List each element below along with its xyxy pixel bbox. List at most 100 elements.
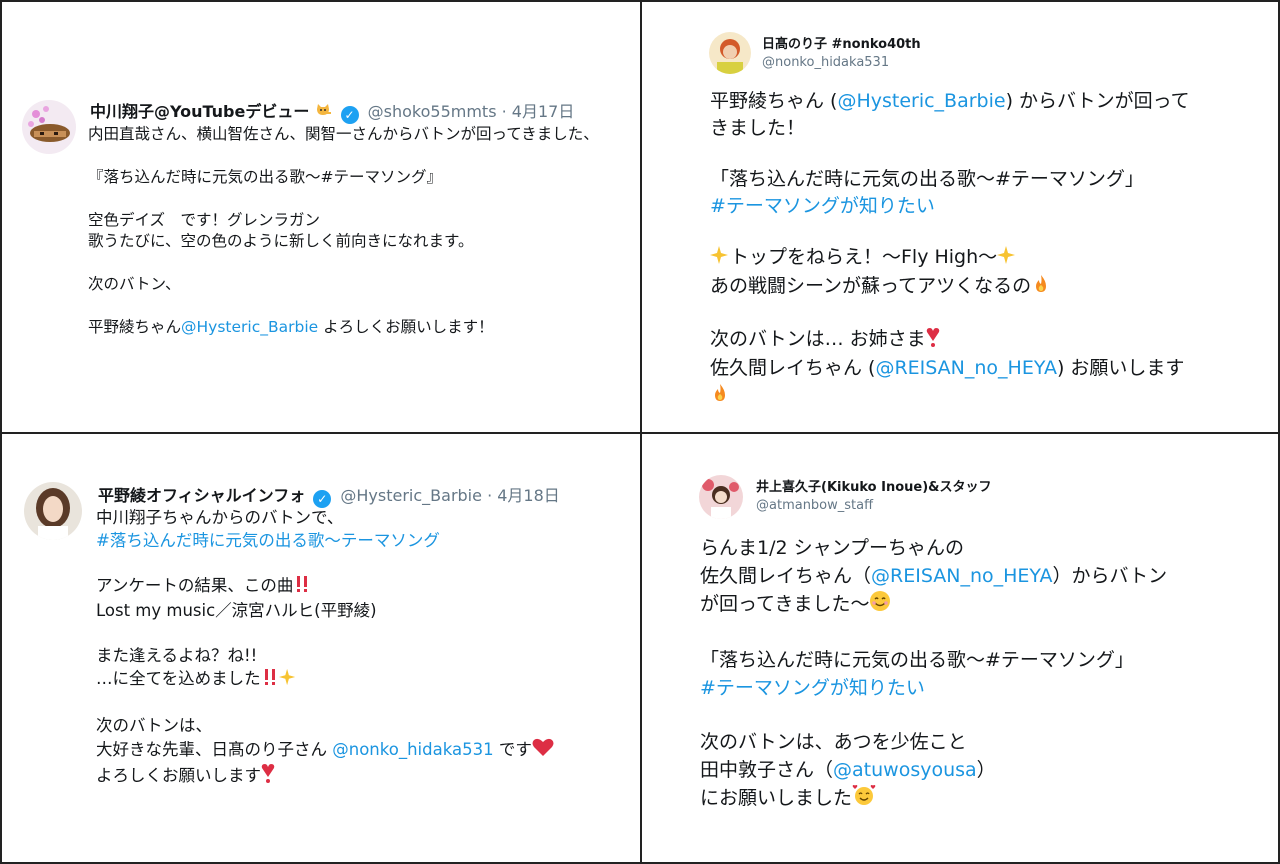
tweet-grid: 中川翔子@YouTubeデビュー ✓ @shoko55mmts · 4月17日 … xyxy=(0,0,1280,864)
handle[interactable]: @nonko_hidaka531 xyxy=(762,54,921,72)
tweet-text: 平野綾ちゃん (@Hysteric_Barbie) からバトンが回って きました… xyxy=(710,88,1190,411)
handle[interactable]: @shoko55mmts xyxy=(368,102,497,121)
tweet-text: 中川翔子ちゃんからのバトンで、 #落ち込んだ時に元気の出る歌〜テーマソング アン… xyxy=(96,506,554,789)
tweet-card: 井上喜久子(Kikuko Inoue)&スタッフ @atmanbow_staff… xyxy=(640,432,1280,864)
tweet-line: きました！ xyxy=(710,117,806,139)
text: 平野綾ちゃん ( xyxy=(710,90,838,112)
mention-link[interactable]: @atuwosyousa xyxy=(833,759,977,781)
avatar[interactable] xyxy=(22,100,76,154)
hashtag-link[interactable]: #落ち込んだ時に元気の出る歌〜テーマソング xyxy=(96,529,554,552)
smiling-face-icon xyxy=(869,590,891,620)
cat-emoji-icon xyxy=(314,101,332,123)
text: …に全てを込めました xyxy=(96,669,261,688)
exclamation-heart-icon xyxy=(926,327,940,355)
text: 佐久間レイちゃん ( xyxy=(710,357,876,379)
mention-link[interactable]: @REISAN_no_HEYA xyxy=(875,357,1057,379)
text: です xyxy=(493,740,532,759)
tweet-line xyxy=(710,382,1190,411)
text: にお願いしました xyxy=(700,787,853,809)
text: 平野綾ちゃん xyxy=(88,318,182,336)
tweet-line: よろしくお願いします xyxy=(96,763,554,789)
display-name[interactable]: 平野綾オフィシャルインフォ xyxy=(98,486,305,505)
tweet-line: 次のバトンは… お姉さま xyxy=(710,326,1190,355)
fire-emoji-icon xyxy=(1031,274,1051,302)
red-heart-icon xyxy=(532,737,554,763)
tweet-line: 大好きな先輩、日髙のり子さん @nonko_hidaka531 です xyxy=(96,737,554,763)
tweet-line: 「落ち込んだ時に元気の出る歌〜#テーマソング」 xyxy=(710,168,1144,190)
tweet-line: 歌うたびに、空の色のように新しく前向きになれます。 xyxy=(88,232,474,250)
text: ) お願いします xyxy=(1056,357,1185,379)
sparkles-emoji-icon xyxy=(710,245,730,273)
text: アンケートの結果、この曲 xyxy=(96,576,294,595)
tweet-line: あの戦闘シーンが蘇ってアツくなるの xyxy=(710,273,1190,302)
fire-emoji-icon xyxy=(710,383,730,411)
tweet-line: 佐久間レイちゃん (@REISAN_no_HEYA) お願いします xyxy=(710,355,1190,382)
double-exclamation-icon xyxy=(261,668,279,692)
tweet-header: 平野綾オフィシャルインフォ ✓ @Hysteric_Barbie · 4月18日 xyxy=(98,482,560,508)
tweet-line: …に全てを込めました xyxy=(96,667,554,692)
display-name[interactable]: 井上喜久子(Kikuko Inoue)&スタッフ xyxy=(756,479,992,497)
tweet-line: 空色デイズ です！グレンラガン xyxy=(88,211,321,229)
avatar[interactable] xyxy=(24,482,82,540)
tweet-line: 次のバトンは、 xyxy=(96,716,212,735)
tweet-line: 内田直哉さん、横山智佐さん、関智一さんからバトンが回ってきました、 xyxy=(88,125,599,143)
mention-link[interactable]: @nonko_hidaka531 xyxy=(332,740,493,759)
handle[interactable]: @atmanbow_staff xyxy=(756,497,992,515)
mention-link[interactable]: @Hysteric_Barbie xyxy=(181,318,318,336)
text: よろしくお願いします xyxy=(96,766,261,785)
tweet-line: 平野綾ちゃん (@Hysteric_Barbie) からバトンが回って xyxy=(710,88,1190,115)
text: トップをねらえ！〜Fly High〜 xyxy=(730,246,998,268)
tweet-line: Lost my music／涼宮ハルヒ(平野綾) xyxy=(96,601,377,620)
text: ) からバトンが回って xyxy=(1005,90,1190,112)
tweet-text: らんま1/2 シャンプーちゃんの 佐久間レイちゃん（@REISAN_no_HEY… xyxy=(700,534,1167,814)
separator-dot: · xyxy=(501,102,512,121)
text: 佐久間レイちゃん（ xyxy=(700,565,872,587)
separator-dot: · xyxy=(487,486,498,505)
text: あの戦闘シーンが蘇ってアツくなるの xyxy=(710,275,1032,297)
text: よろしくお願いします！ xyxy=(318,318,494,336)
tweet-line: 田中敦子さん（@atuwosyousa） xyxy=(700,756,1167,784)
text: 大好きな先輩、日髙のり子さん xyxy=(96,740,333,759)
avatar[interactable] xyxy=(699,475,743,519)
double-exclamation-icon xyxy=(293,575,311,599)
smiling-face-hearts-icon xyxy=(852,784,876,814)
tweet-line: 次のバトンは、あつを少佐こと xyxy=(700,731,967,753)
tweet-line: 佐久間レイちゃん（@REISAN_no_HEYA）からバトン xyxy=(700,562,1167,590)
tweet-header: 井上喜久子(Kikuko Inoue)&スタッフ @atmanbow_staff xyxy=(756,479,992,515)
hashtag-link[interactable]: #テーマソングが知りたい xyxy=(710,193,1190,220)
tweet-line: 中川翔子ちゃんからのバトンで、 xyxy=(96,508,344,527)
tweet-line: が回ってきました〜 xyxy=(700,590,1167,620)
verified-badge-icon: ✓ xyxy=(340,106,359,124)
tweet-line: また逢えるよね？ね!! xyxy=(96,646,258,665)
mention-link[interactable]: @Hysteric_Barbie xyxy=(837,90,1005,112)
tweet-card: 平野綾オフィシャルインフォ ✓ @Hysteric_Barbie · 4月18日… xyxy=(0,432,642,864)
tweet-line: アンケートの結果、この曲 xyxy=(96,574,554,599)
tweet-date[interactable]: 4月18日 xyxy=(497,486,560,505)
mention-link[interactable]: @REISAN_no_HEYA xyxy=(871,565,1053,587)
tweet-text: 内田直哉さん、横山智佐さん、関智一さんからバトンが回ってきました、 『落ち込んだ… xyxy=(88,124,599,338)
tweet-date[interactable]: 4月17日 xyxy=(512,102,575,121)
hashtag-link[interactable]: #テーマソングが知りたい xyxy=(700,674,1167,702)
text: 次のバトンは… お姉さま xyxy=(710,328,926,350)
tweet-line: 『落ち込んだ時に元気の出る歌〜#テーマソング』 xyxy=(88,168,442,186)
sparkles-emoji-icon xyxy=(997,245,1017,273)
tweet-line: らんま1/2 シャンプーちゃんの xyxy=(700,537,965,559)
sparkles-emoji-icon xyxy=(278,668,297,692)
handle[interactable]: @Hysteric_Barbie xyxy=(340,486,482,505)
tweet-line: トップをねらえ！〜Fly High〜 xyxy=(710,244,1190,273)
text: ）からバトン xyxy=(1052,565,1168,587)
tweet-card: 中川翔子@YouTubeデビュー ✓ @shoko55mmts · 4月17日 … xyxy=(0,0,642,434)
display-name[interactable]: 日髙のり子 #nonko40th xyxy=(762,36,921,54)
display-name[interactable]: 中川翔子@YouTubeデビュー xyxy=(90,102,309,121)
text: 田中敦子さん（ xyxy=(700,759,834,781)
tweet-line: 「落ち込んだ時に元気の出る歌〜#テーマソング」 xyxy=(700,649,1134,671)
text: ） xyxy=(976,759,996,781)
tweet-line: 次のバトン、 xyxy=(88,275,181,293)
exclamation-heart-icon xyxy=(261,763,275,789)
avatar[interactable] xyxy=(709,32,751,74)
tweet-line: にお願いしました xyxy=(700,784,1167,814)
tweet-header: 中川翔子@YouTubeデビュー ✓ @shoko55mmts · 4月17日 xyxy=(90,98,574,124)
tweet-card: 日髙のり子 #nonko40th @nonko_hidaka531 平野綾ちゃん… xyxy=(640,0,1280,434)
tweet-line: 平野綾ちゃん@Hysteric_Barbie よろしくお願いします！ xyxy=(88,317,599,338)
tweet-header: 日髙のり子 #nonko40th @nonko_hidaka531 xyxy=(762,36,921,72)
